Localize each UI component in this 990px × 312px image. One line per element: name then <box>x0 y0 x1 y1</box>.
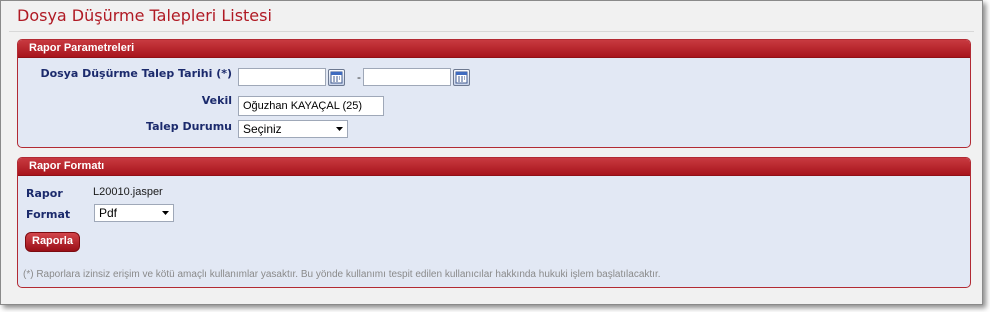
date-to-field[interactable] <box>363 68 451 86</box>
legal-footnote: (*) Raporlara izinsiz erişim ve kötü ama… <box>23 269 661 280</box>
report-format-panel: Rapor Formatı Rapor L20010.jasper Format… <box>17 157 971 288</box>
rapor-value: L20010.jasper <box>93 186 163 198</box>
vekil-label: Vekil <box>201 94 232 107</box>
chevron-down-icon <box>162 211 169 215</box>
page-title: Dosya Düşürme Talepleri Listesi <box>17 6 272 25</box>
status-select[interactable]: Seçiniz <box>238 120 348 138</box>
format-selected-value: Pdf <box>99 206 118 220</box>
calendar-to-button[interactable] <box>453 69 470 86</box>
title-divider <box>9 31 974 32</box>
rapor-label: Rapor <box>26 187 63 200</box>
panel-header: Rapor Formatı <box>18 158 970 176</box>
raporla-button[interactable]: Raporla <box>25 232 80 252</box>
calendar-icon <box>455 71 468 84</box>
date-label: Dosya Düşürme Talep Tarihi (*) <box>40 67 232 80</box>
chevron-down-icon <box>336 127 343 131</box>
format-select[interactable]: Pdf <box>94 204 174 222</box>
calendar-from-button[interactable] <box>328 69 345 86</box>
report-window: Dosya Düşürme Talepleri Listesi Rapor Pa… <box>0 0 983 305</box>
format-label: Format <box>26 208 71 221</box>
panel-header: Rapor Parametreleri <box>18 40 970 58</box>
status-label: Talep Durumu <box>146 120 232 133</box>
calendar-icon <box>330 71 343 84</box>
report-parameters-panel: Rapor Parametreleri Dosya Düşürme Talep … <box>17 39 971 148</box>
date-range-separator: - <box>357 70 361 84</box>
vekil-field[interactable]: Oğuzhan KAYAÇAL (25) <box>238 96 384 116</box>
status-selected-value: Seçiniz <box>243 122 282 136</box>
date-from-field[interactable] <box>238 68 326 86</box>
